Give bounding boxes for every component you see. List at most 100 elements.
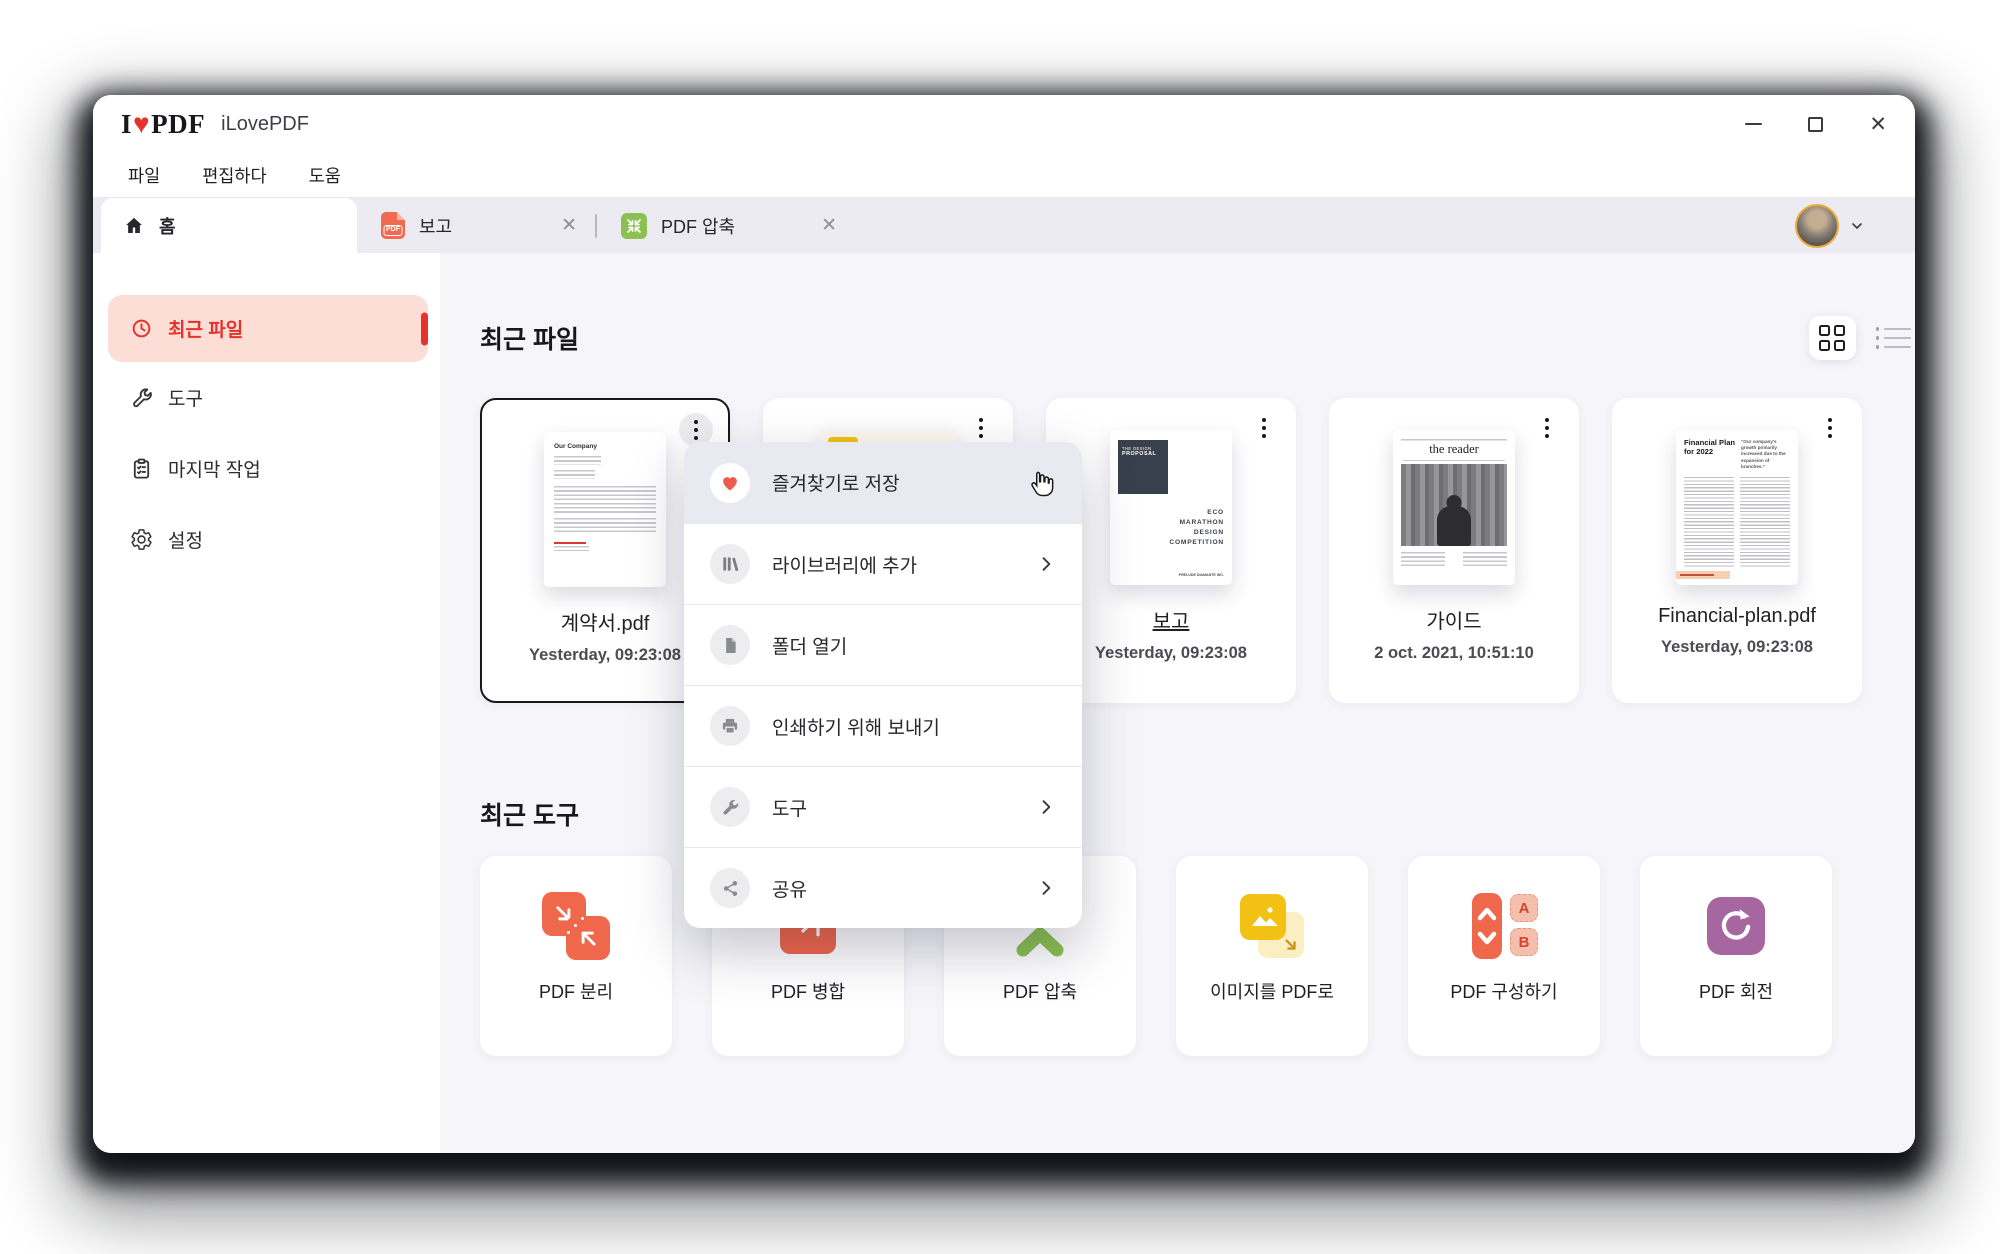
close-tab-icon[interactable]: ✕ xyxy=(821,214,837,237)
thumb-footer-bar xyxy=(1676,571,1730,579)
chevron-right-icon xyxy=(1036,797,1056,817)
tool-label: PDF 분리 xyxy=(538,982,614,1002)
sidebar: 최근 파일 도구 마지막 작업 설정 xyxy=(93,253,440,1153)
clock-icon xyxy=(132,319,151,338)
tool-card-rotate-pdf[interactable]: PDF 회전 xyxy=(1640,856,1832,1056)
menu-item-save-favorite[interactable]: 즐겨찾기로 저장 xyxy=(684,442,1082,523)
thumb-title-block: THE DESIGN PROPOSAL xyxy=(1118,440,1168,494)
window-controls: ✕ xyxy=(1745,114,1887,135)
maximize-button[interactable] xyxy=(1808,116,1824,132)
logo-pdf: PDF xyxy=(151,108,206,139)
tool-card-image-to-pdf[interactable]: 이미지를 PDF로 xyxy=(1176,856,1368,1056)
view-toggles xyxy=(1808,316,1916,360)
pdf-file-icon: PDF xyxy=(381,212,405,239)
menu-item-label: 폴더 열기 xyxy=(772,636,848,658)
menu-item-add-to-library[interactable]: 라이브러리에 추가 xyxy=(684,523,1082,604)
menu-item-label: 도구 xyxy=(772,798,807,820)
context-menu: 즐겨찾기로 저장 라이브러리에 추가 폴더 열기 인쇄하기 위해 보내기 도구 … xyxy=(684,442,1082,928)
arrow-down-right-icon xyxy=(1285,939,1296,950)
content: 최근 파일 Our Company 계약서.pdf Yesterday, 09:… xyxy=(440,253,1915,1153)
more-options-button[interactable] xyxy=(1530,411,1564,445)
tool-label: PDF 회전 xyxy=(1698,982,1774,1002)
thumb-captions xyxy=(1401,552,1507,568)
tab-strip: 홈 PDF 보고 ✕ PDF 압축 ✕ xyxy=(93,198,1915,253)
tool-label: PDF 구성하기 xyxy=(1450,982,1558,1002)
account-menu[interactable] xyxy=(1795,203,1865,248)
thumb-footer-text: PRELUDE DIAMANTE INC. xyxy=(1178,573,1224,577)
thumb-rule xyxy=(1403,460,1505,461)
file-date: Yesterday, 09:23:08 xyxy=(1095,644,1247,662)
chevron-down-icon[interactable] xyxy=(1849,218,1865,234)
file-name: 보고 xyxy=(1152,611,1190,633)
file-name: 가이드 xyxy=(1426,611,1482,633)
menu-edit[interactable]: 편집하다 xyxy=(181,163,287,188)
sidebar-item-last-tasks[interactable]: 마지막 작업 xyxy=(108,444,428,492)
heart-icon xyxy=(710,462,750,503)
rotate-pdf-icon xyxy=(1702,892,1770,960)
active-indicator xyxy=(421,312,428,345)
close-tab-icon[interactable]: ✕ xyxy=(561,214,577,237)
menu-item-label: 인쇄하기 위해 보내기 xyxy=(772,717,940,739)
sidebar-item-settings[interactable]: 설정 xyxy=(108,515,428,563)
wrench-icon xyxy=(133,387,152,407)
avatar[interactable] xyxy=(1795,203,1839,248)
sidebar-item-tools[interactable]: 도구 xyxy=(108,373,428,421)
chevron-right-icon xyxy=(1036,554,1056,574)
thumb-heading: Financial Plan for 2022 xyxy=(1684,438,1736,456)
tool-label: PDF 병합 xyxy=(770,982,846,1002)
grid-view-icon xyxy=(1819,325,1845,351)
file-card-financial-plan[interactable]: Financial Plan for 2022 “Our company's g… xyxy=(1612,398,1862,703)
sidebar-item-label: 설정 xyxy=(168,530,203,552)
tool-card-organize-pdf[interactable]: A B PDF 구성하기 xyxy=(1408,856,1600,1056)
menu-item-label: 즐겨찾기로 저장 xyxy=(772,474,900,495)
app-title: iLovePDF xyxy=(221,112,309,135)
heart-icon: ♥ xyxy=(133,108,151,139)
app-window: I♥PDF iLovePDF ✕ 파일 편집하다 도움 홈 PDF 보고 ✕ xyxy=(93,95,1915,1153)
menu-help[interactable]: 도움 xyxy=(288,163,362,188)
page-a: A xyxy=(1510,894,1538,922)
menu-item-open-folder[interactable]: 폴더 열기 xyxy=(684,604,1082,685)
menubar: 파일 편집하다 도움 xyxy=(93,153,1915,198)
tab-report[interactable]: PDF 보고 ✕ xyxy=(357,198,595,253)
document-icon xyxy=(710,625,750,665)
printer-icon xyxy=(710,706,750,746)
cursor-pointer-icon xyxy=(1026,468,1056,498)
image-icon xyxy=(1240,894,1286,940)
tab-label: PDF 압축 xyxy=(661,216,736,237)
thumb-photo xyxy=(1401,464,1507,546)
menu-item-share[interactable]: 공유 xyxy=(684,847,1082,928)
sidebar-item-recent-files[interactable]: 최근 파일 xyxy=(108,295,428,362)
file-name: 계약서.pdf xyxy=(560,613,650,635)
grid-view-button[interactable] xyxy=(1808,316,1856,360)
tab-compress[interactable]: PDF 압축 ✕ xyxy=(597,198,855,253)
gear-icon xyxy=(131,528,152,550)
file-thumbnail: the reader xyxy=(1393,430,1515,585)
tab-home[interactable]: 홈 xyxy=(101,198,357,253)
close-window-button[interactable]: ✕ xyxy=(1869,114,1887,135)
menu-item-send-to-print[interactable]: 인쇄하기 위해 보내기 xyxy=(684,685,1082,766)
tool-card-split-pdf[interactable]: PDF 분리 xyxy=(480,856,672,1056)
library-icon xyxy=(710,544,750,584)
page-b: B xyxy=(1510,928,1538,956)
file-thumbnail: THE DESIGN PROPOSAL ECO MARATHON DESIGN … xyxy=(1110,430,1232,585)
more-options-button[interactable] xyxy=(1247,411,1281,445)
file-date: Yesterday, 09:23:08 xyxy=(1661,638,1813,656)
minimize-button[interactable] xyxy=(1745,122,1763,126)
menu-file[interactable]: 파일 xyxy=(107,163,181,188)
sidebar-item-label: 도구 xyxy=(168,388,203,410)
more-options-button[interactable] xyxy=(964,411,998,445)
tab-label: 보고 xyxy=(419,216,453,237)
thumb-columns xyxy=(1684,476,1790,569)
menu-item-label: 공유 xyxy=(772,879,807,901)
tool-label: 이미지를 PDF로 xyxy=(1210,982,1334,1002)
more-options-button[interactable] xyxy=(1813,411,1847,445)
list-view-button[interactable] xyxy=(1872,323,1916,353)
thumb-title: PROPOSAL xyxy=(1122,451,1157,457)
menu-item-tools[interactable]: 도구 xyxy=(684,766,1082,847)
file-card-report[interactable]: THE DESIGN PROPOSAL ECO MARATHON DESIGN … xyxy=(1046,398,1296,703)
chevron-right-icon xyxy=(1036,878,1056,898)
sort-pill xyxy=(1472,893,1502,959)
file-thumbnail: Financial Plan for 2022 “Our company's g… xyxy=(1676,430,1798,585)
file-card-guide[interactable]: the reader 가이드 2 oct. 2021, 10:51:10 xyxy=(1329,398,1579,703)
thumb-text-lines xyxy=(554,470,595,479)
